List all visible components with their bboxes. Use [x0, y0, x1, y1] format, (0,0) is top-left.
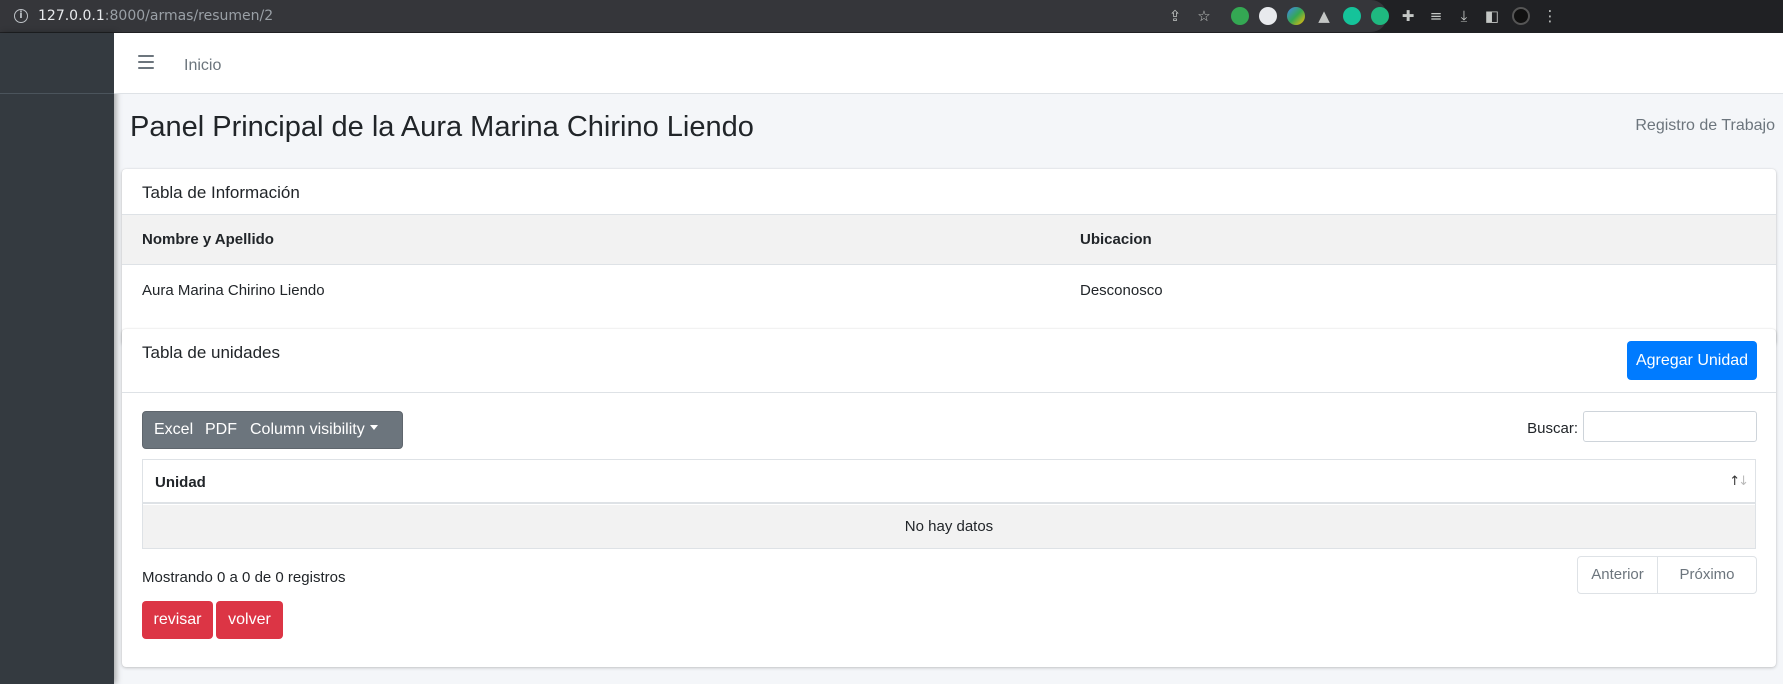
page-title: Panel Principal de la Aura Marina Chirin… — [130, 111, 754, 143]
hamburger-menu-icon[interactable] — [138, 55, 154, 69]
info-cell-nombre: Aura Marina Chirino Liendo — [142, 282, 325, 299]
units-table-header: Unidad ↑↓ — [143, 460, 1755, 504]
side-panel-icon[interactable]: ◧ — [1482, 6, 1502, 26]
sidebar — [0, 33, 114, 684]
sidebar-divider — [0, 93, 114, 94]
info-card-title: Tabla de Información — [142, 183, 300, 202]
units-card: Tabla de unidades Agregar Unidad Excel P… — [122, 329, 1776, 667]
next-page-button[interactable]: Próximo — [1658, 557, 1756, 593]
share-icon[interactable]: ⇪ — [1165, 6, 1185, 26]
volver-button[interactable]: volver — [216, 601, 283, 639]
extension-shield-icon[interactable] — [1231, 7, 1249, 25]
extension-colors-icon[interactable] — [1287, 7, 1305, 25]
caret-down-icon — [369, 425, 378, 431]
info-cell-ubicacion: Desconosco — [1080, 282, 1163, 299]
sort-arrows-icon[interactable]: ↑↓ — [1729, 474, 1749, 489]
units-card-title: Tabla de unidades — [142, 343, 281, 362]
download-icon[interactable]: ⤓ — [1454, 6, 1474, 26]
info-table-header: Nombre y Apellido Ubicacion — [122, 215, 1776, 265]
top-navbar: Inicio — [114, 33, 1783, 94]
address-bar[interactable]: i 127.0.0.1:8000/armas/resumen/2 ⇪ ☆ — [0, 0, 1387, 32]
url-text[interactable]: 127.0.0.1:8000/armas/resumen/2 — [38, 8, 273, 24]
table-info-text: Mostrando 0 a 0 de 0 registros — [142, 569, 346, 586]
breadcrumb[interactable]: Registro de Trabajo — [1635, 117, 1775, 135]
extensions-puzzle-icon[interactable]: ✚ — [1398, 6, 1418, 26]
search-label: Buscar: — [1527, 420, 1578, 437]
nav-link-inicio[interactable]: Inicio — [184, 57, 221, 75]
column-header-ubicacion: Ubicacion — [1080, 231, 1152, 248]
url-host: 127.0.0.1 — [38, 8, 105, 24]
revisar-button[interactable]: revisar — [142, 601, 213, 639]
media-playlist-icon[interactable]: ≡ — [1426, 6, 1446, 26]
extension-mountain-icon[interactable]: ▲ — [1314, 6, 1334, 26]
info-card: Tabla de Información Nombre y Apellido U… — [122, 169, 1776, 345]
units-table: Unidad ↑↓ No hay datos — [142, 459, 1756, 549]
extension-globe-icon[interactable] — [1259, 7, 1277, 25]
extension-robot-icon[interactable] — [1371, 7, 1389, 25]
more-menu-icon[interactable]: ⋮ — [1540, 6, 1560, 26]
pdf-button[interactable]: PDF — [205, 412, 237, 448]
empty-table-message: No hay datos — [143, 505, 1755, 548]
previous-page-button[interactable]: Anterior — [1578, 557, 1657, 593]
export-button-group: Excel PDF Column visibility — [142, 411, 403, 449]
pagination: Anterior Próximo — [1577, 556, 1757, 594]
column-visibility-button[interactable]: Column visibility — [250, 412, 378, 448]
card-divider — [122, 392, 1776, 393]
add-unit-button[interactable]: Agregar Unidad — [1627, 341, 1757, 380]
column-visibility-label: Column visibility — [250, 421, 365, 438]
excel-button[interactable]: Excel — [154, 412, 193, 448]
main-content: Inicio Panel Principal de la Aura Marina… — [114, 33, 1783, 684]
profile-avatar-icon[interactable] — [1512, 7, 1530, 25]
browser-toolbar: i 127.0.0.1:8000/armas/resumen/2 ⇪ ☆ ▲ ✚… — [0, 0, 1783, 33]
bookmark-star-icon[interactable]: ☆ — [1194, 6, 1214, 26]
site-info-icon[interactable]: i — [14, 9, 28, 23]
grammarly-icon[interactable] — [1343, 7, 1361, 25]
search-input[interactable] — [1583, 411, 1757, 442]
column-header-unidad[interactable]: Unidad — [155, 474, 206, 491]
column-header-nombre: Nombre y Apellido — [142, 231, 274, 248]
url-path: :8000/armas/resumen/2 — [104, 8, 274, 24]
